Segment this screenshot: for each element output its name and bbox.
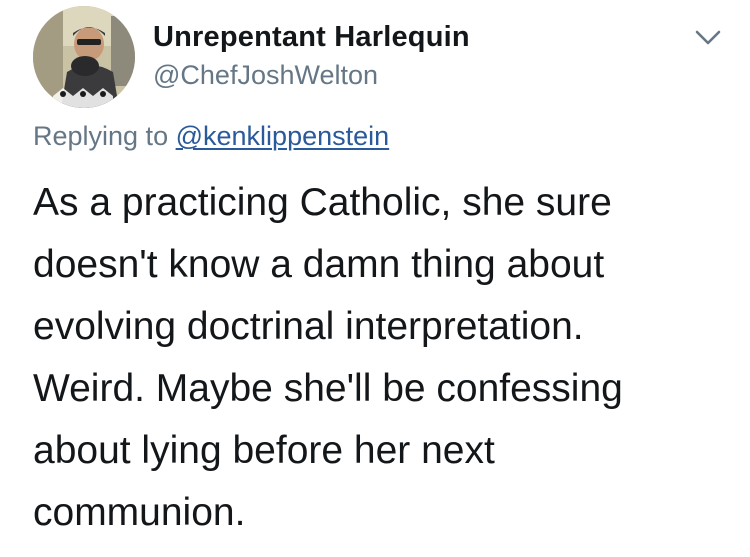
- tweet-text-line: about lying before her next: [33, 429, 495, 472]
- tweet-text-line: As a practicing Catholic, she sure: [33, 181, 612, 224]
- chevron-down-icon[interactable]: [693, 26, 723, 48]
- replying-to-line: Replying to @kenklippenstein: [33, 121, 389, 152]
- tweet-text-line: Weird. Maybe she'll be confessing: [33, 367, 623, 410]
- tweet-text: As a practicing Catholic, she sure doesn…: [33, 172, 733, 544]
- user-handle[interactable]: @ChefJoshWelton: [153, 60, 378, 91]
- display-name[interactable]: Unrepentant Harlequin: [153, 21, 470, 54]
- tweet-text-line: evolving doctrinal interpretation.: [33, 305, 584, 348]
- replying-to-link[interactable]: @kenklippenstein: [176, 121, 390, 151]
- tweet-text-line: communion.: [33, 491, 246, 534]
- avatar-photo: [33, 6, 135, 108]
- tweet: Unrepentant Harlequin @ChefJoshWelton Re…: [0, 0, 750, 557]
- avatar[interactable]: [33, 6, 135, 108]
- replying-to-label: Replying to: [33, 121, 169, 151]
- tweet-text-line: doesn't know a damn thing about: [33, 243, 605, 286]
